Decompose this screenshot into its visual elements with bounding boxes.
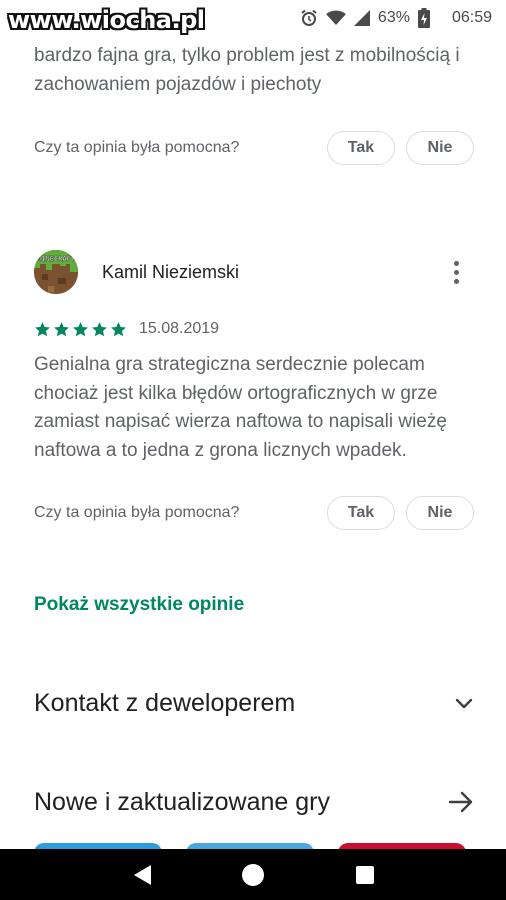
battery-percent: 63% (377, 9, 410, 26)
alarm-icon (301, 9, 317, 26)
star-icon (73, 321, 88, 336)
avatar-text: MINECRAFT (37, 255, 75, 263)
star-icon (35, 321, 50, 336)
watermark: www.wiocha.pl (8, 6, 205, 34)
previous-review-helpful: Czy ta opinia była pomocna? Tak Nie (34, 131, 474, 165)
arrow-right-icon[interactable] (448, 790, 474, 814)
clock: 06:59 (451, 9, 492, 26)
more-options-icon[interactable] (444, 257, 468, 287)
reviewer-header: MINECRAFT Kamil Nieziemski (34, 248, 474, 296)
helpful-no-button[interactable]: Nie (406, 131, 474, 165)
signal-icon (353, 10, 370, 26)
new-games-section[interactable]: Nowe i zaktualizowane gry (34, 782, 474, 822)
helpful-question: Czy ta opinia była pomocna? (34, 139, 240, 156)
section-title: Kontakt z deweloperem (34, 688, 296, 717)
recents-icon[interactable] (345, 849, 385, 900)
review-text: Genialna gra strategiczna serdecznie pol… (34, 354, 447, 461)
helpful-yes-button[interactable]: Tak (327, 496, 395, 530)
home-icon[interactable] (233, 849, 273, 900)
helpful-yes-button[interactable]: Tak (327, 131, 395, 165)
status-bar: www.wiocha.pl 63% 06:59 (0, 0, 506, 36)
star-rating (34, 321, 127, 338)
review-rating-row: 15.08.2019 (34, 318, 219, 340)
battery-icon (417, 8, 430, 28)
show-all-reviews-link[interactable]: Pokaż wszystkie opinie (34, 594, 244, 616)
helpful-question: Czy ta opinia była pomocna? (34, 504, 240, 521)
star-icon (111, 321, 126, 336)
avatar[interactable]: MINECRAFT (34, 250, 78, 294)
navigation-bar (0, 849, 506, 900)
reviewer-name: Kamil Nieziemski (102, 261, 240, 282)
wifi-icon (325, 10, 346, 25)
review-date: 15.08.2019 (139, 320, 220, 337)
review-helpful: Czy ta opinia była pomocna? Tak Nie (34, 496, 474, 530)
section-title: Nowe i zaktualizowane gry (34, 787, 330, 816)
star-icon (54, 321, 69, 336)
developer-contact-section[interactable]: Kontakt z deweloperem (34, 683, 474, 723)
helpful-no-button[interactable]: Nie (406, 496, 474, 530)
star-icon (92, 321, 107, 336)
chevron-down-icon (455, 698, 473, 709)
back-icon[interactable] (122, 849, 162, 900)
previous-review-text: bardzo fajna gra, tylko problem jest z m… (34, 45, 460, 95)
minecraft-avatar-image: MINECRAFT (34, 250, 78, 294)
